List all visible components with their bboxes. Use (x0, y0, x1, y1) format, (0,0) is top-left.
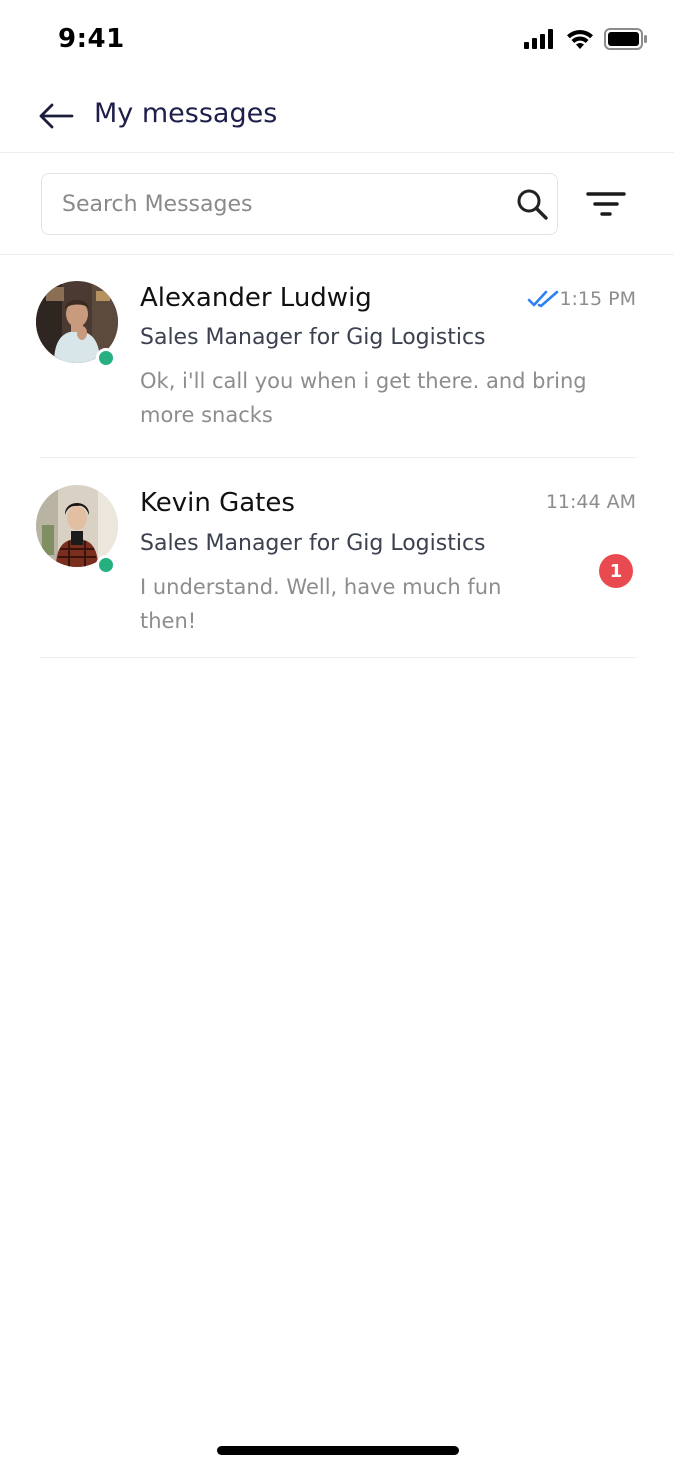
wifi-icon (567, 29, 593, 49)
conversation-item[interactable]: Alexander Ludwig 1:15 PM Sales Manager f… (0, 256, 674, 458)
message-time: 1:15 PM (559, 288, 636, 310)
cellular-signal-icon (524, 29, 553, 49)
contact-role: Sales Manager for Gig Logistics (140, 531, 486, 556)
contact-name: Alexander Ludwig (140, 283, 372, 313)
online-status-dot (96, 348, 116, 368)
search-row (0, 153, 674, 255)
divider (40, 657, 637, 658)
divider (40, 457, 637, 458)
search-icon[interactable] (515, 187, 549, 221)
online-status-dot (96, 555, 116, 575)
message-preview: I understand. Well, have much fun then! (140, 575, 502, 633)
search-input[interactable] (62, 174, 502, 234)
header: My messages (0, 80, 674, 153)
filter-icon[interactable] (584, 189, 628, 221)
double-check-icon (527, 290, 559, 308)
status-icons (524, 28, 648, 50)
contact-role: Sales Manager for Gig Logistics (140, 325, 486, 350)
search-box (41, 173, 558, 235)
page-title: My messages (94, 98, 278, 129)
unread-badge: 1 (599, 554, 633, 588)
message-time: 11:44 AM (545, 491, 636, 513)
home-indicator (217, 1446, 459, 1455)
back-button[interactable] (36, 98, 76, 134)
message-preview: Ok, i'll call you when i get there. and … (140, 369, 587, 427)
arrow-left-icon (39, 103, 74, 129)
battery-icon (604, 28, 647, 50)
contact-name: Kevin Gates (140, 488, 295, 518)
status-bar: 9:41 (0, 0, 674, 80)
status-time: 9:41 (58, 24, 125, 54)
conversation-item[interactable]: Kevin Gates 11:44 AM Sales Manager for G… (0, 459, 674, 658)
